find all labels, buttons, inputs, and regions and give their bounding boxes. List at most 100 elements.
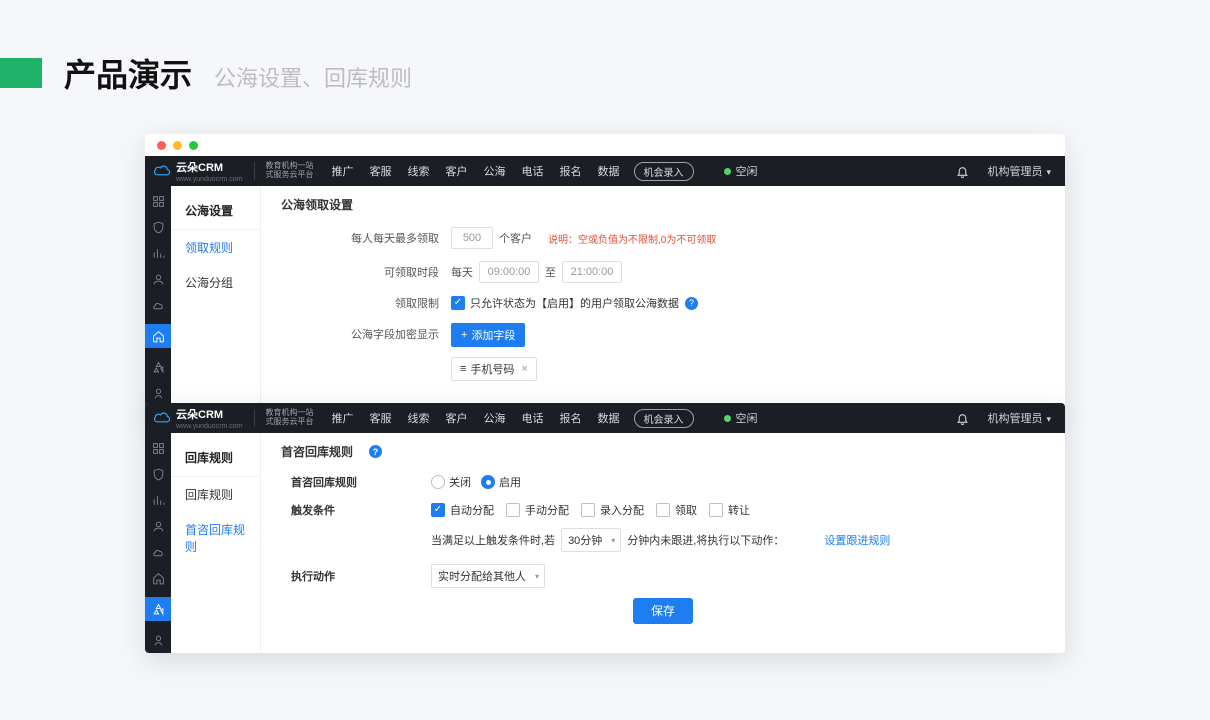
rail-user-icon[interactable] [151,519,165,533]
rail-analytics-icon[interactable] [151,246,165,260]
subnav-title: 回库规则 [171,439,260,477]
content-area: 公海领取设置 每人每天最多领取 个客户 说明：空或负值为不限制,0为不可领取 可… [261,186,1065,414]
nav-phone[interactable]: 电话 [522,410,544,426]
nav-signup[interactable]: 报名 [560,163,582,179]
radio-off[interactable] [431,475,445,489]
rail-user-icon[interactable] [151,272,165,286]
subnav-first-consult-rules[interactable]: 首咨回库规则 [171,512,260,564]
icon-rail [145,433,171,653]
nav-signup[interactable]: 报名 [560,410,582,426]
status-indicator[interactable]: 空闲 [724,410,758,426]
user-menu[interactable]: 机构管理员 [987,163,1051,179]
label-off: 关闭 [449,474,471,490]
rail-dashboard-icon[interactable] [151,194,165,208]
topnav: 推广 客服 线索 客户 公海 电话 报名 数据 [322,410,620,426]
select-action[interactable]: 实时分配给其他人 [431,564,545,588]
rail-shield-icon[interactable] [151,220,165,234]
text-condition-pre: 当满足以上触发条件时,若 [431,532,555,548]
mac-traffic-lights [145,134,1065,156]
label-action: 执行动作 [281,568,401,584]
subnav-claim-rules[interactable]: 领取规则 [171,230,260,265]
slide-title: 产品演示 [64,50,192,96]
bell-icon[interactable] [956,412,969,425]
rail-shield-icon[interactable] [151,467,165,481]
checkbox-only-enabled[interactable] [451,296,465,310]
rail-analytics-icon[interactable] [151,493,165,507]
subnav-pool-groups[interactable]: 公海分组 [171,265,260,300]
user-menu[interactable]: 机构管理员 [987,410,1051,426]
label-encrypt: 公海字段加密显示 [281,323,451,342]
chk-auto-assign[interactable] [431,503,445,517]
link-followup-rules[interactable]: 设置跟进规则 [824,532,890,548]
text-condition-mid: 分钟内未跟进,将执行以下动作： [627,532,784,548]
drag-handle-icon: ≡ [460,363,466,375]
logo-subtitle: 教育机构一站式服务云平台 [266,162,314,180]
nav-customers[interactable]: 客户 [446,410,468,426]
logo-text: 云朵CRM [176,409,223,421]
input-max-claim[interactable] [451,227,493,249]
rail-recycle-icon[interactable] [145,597,171,621]
nav-leads[interactable]: 线索 [408,163,430,179]
input-time-from[interactable] [479,261,539,283]
radio-on[interactable] [481,475,495,489]
row-enable: 首咨回库规则 关闭 启用 [281,474,1045,490]
chk-input-assign[interactable] [581,503,595,517]
bell-icon[interactable] [956,165,969,178]
subnav: 回库规则 回库规则 首咨回库规则 [171,433,261,653]
accent-block [0,58,42,88]
row-trigger: 触发条件 自动分配 手动分配 录入分配 领取 转让 当满足以上触发条件时,若 3… [281,502,1045,552]
logo-block[interactable]: 云朵CRM www.yunduocrm.com 教育机构一站式服务云平台 [145,406,322,430]
row-time-window: 可领取时段 每天 至 [281,261,1045,283]
chip-remove-icon[interactable]: × [521,363,527,375]
cloud-logo-icon [153,164,171,178]
logo-block[interactable]: 云朵CRM www.yunduocrm.com 教育机构一站式服务云平台 [145,159,322,183]
status-text: 空闲 [736,410,758,426]
select-minutes[interactable]: 30分钟 [561,528,621,552]
nav-promo[interactable]: 推广 [332,163,354,179]
section-title: 公海领取设置 [281,196,1045,213]
nav-phone[interactable]: 电话 [522,163,544,179]
slide-subtitle: 公海设置、回库规则 [214,61,412,93]
opportunity-entry-button[interactable]: 机会录入 [634,409,694,428]
nav-promo[interactable]: 推广 [332,410,354,426]
unit-customers: 个客户 [499,230,532,246]
input-time-to[interactable] [562,261,622,283]
chk-manual-assign[interactable] [506,503,520,517]
rail-person-icon[interactable] [151,386,165,400]
screenshot-public-pool-settings: 云朵CRM www.yunduocrm.com 教育机构一站式服务云平台 推广 … [145,134,1065,414]
nav-service[interactable]: 客服 [370,163,392,179]
mac-close-icon [157,141,166,150]
app-topbar: 云朵CRM www.yunduocrm.com 教育机构一站式服务云平台 推广 … [145,403,1065,433]
rail-home-icon[interactable] [151,571,165,585]
help-icon[interactable]: ? [369,445,382,458]
nav-data[interactable]: 数据 [598,163,620,179]
subnav-return-rules[interactable]: 回库规则 [171,477,260,512]
status-indicator[interactable]: 空闲 [724,163,758,179]
nav-publicpool[interactable]: 公海 [484,410,506,426]
help-icon[interactable]: ? [685,297,698,310]
label-timewindow: 可领取时段 [281,264,451,280]
rail-person-icon[interactable] [151,633,165,647]
chip-phone[interactable]: ≡手机号码× [451,357,537,381]
logo-url: www.yunduocrm.com [176,176,243,183]
add-field-button[interactable]: +添加字段 [451,323,525,347]
nav-data[interactable]: 数据 [598,410,620,426]
status-dot-icon [724,168,731,175]
nav-publicpool[interactable]: 公海 [484,163,506,179]
text-restrict: 只允许状态为【启用】的用户领取公海数据 [470,295,679,311]
chk-claim[interactable] [656,503,670,517]
nav-customers[interactable]: 客户 [446,163,468,179]
rail-cloud-icon[interactable] [151,298,165,312]
chk-transfer[interactable] [709,503,723,517]
save-button[interactable]: 保存 [633,598,693,624]
topnav: 推广 客服 线索 客户 公海 电话 报名 数据 [322,163,620,179]
rail-recycle-icon[interactable] [151,360,165,374]
nav-leads[interactable]: 线索 [408,410,430,426]
nav-service[interactable]: 客服 [370,410,392,426]
subnav: 公海设置 领取规则 公海分组 [171,186,261,414]
opportunity-entry-button[interactable]: 机会录入 [634,162,694,181]
rail-cloud-icon[interactable] [151,545,165,559]
rail-dashboard-icon[interactable] [151,441,165,455]
screenshot-return-rules: 云朵CRM www.yunduocrm.com 教育机构一站式服务云平台 推广 … [145,403,1065,653]
rail-home-icon[interactable] [145,324,171,348]
